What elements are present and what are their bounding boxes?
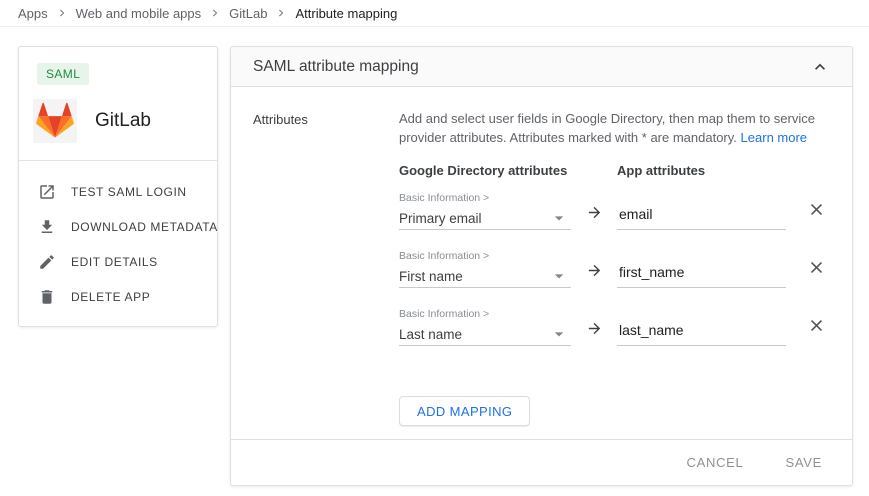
saml-attribute-mapping-panel: SAML attribute mapping Attributes Add an… <box>230 46 853 486</box>
chevron-up-icon[interactable] <box>810 57 830 77</box>
menu-label: EDIT DETAILS <box>71 255 158 269</box>
attribute-category: Basic Information > <box>399 248 571 263</box>
app-attribute-input[interactable] <box>617 322 786 346</box>
column-headers: Google Directory attributes App attribut… <box>399 163 828 178</box>
breadcrumb-gitlab[interactable]: GitLab <box>229 6 267 21</box>
breadcrumb-attribute-mapping: Attribute mapping <box>295 6 397 21</box>
delete-app-button[interactable]: DELETE APP <box>19 279 217 314</box>
attribute-value: Last name <box>399 327 462 342</box>
mapping-row: Basic Information > Primary email <box>399 186 828 230</box>
app-attribute-input[interactable] <box>617 264 786 288</box>
breadcrumb-web-and-mobile-apps[interactable]: Web and mobile apps <box>76 6 202 21</box>
google-directory-attribute-select[interactable]: Basic Information > First name <box>399 248 571 288</box>
chevron-right-icon <box>274 6 288 20</box>
cancel-button[interactable]: CANCEL <box>687 455 744 470</box>
menu-label: TEST SAML LOGIN <box>71 185 187 199</box>
google-directory-attributes-header: Google Directory attributes <box>399 163 617 178</box>
mapping-row: Basic Information > Last name <box>399 302 828 346</box>
app-name: GitLab <box>95 110 151 132</box>
arrow-right-icon <box>571 320 617 346</box>
remove-mapping-button[interactable] <box>804 197 828 221</box>
save-button[interactable]: SAVE <box>785 455 822 470</box>
download-icon <box>38 218 56 236</box>
mapping-rows: Basic Information > Primary email <box>399 186 828 346</box>
google-directory-attribute-select[interactable]: Basic Information > Last name <box>399 306 571 346</box>
attributes-description: Add and select user fields in Google Dir… <box>399 109 828 147</box>
breadcrumb-apps[interactable]: Apps <box>18 6 48 21</box>
download-metadata-button[interactable]: DOWNLOAD METADATA <box>19 209 217 244</box>
attribute-category: Basic Information > <box>399 190 571 205</box>
arrow-right-icon <box>571 262 617 288</box>
menu-label: DELETE APP <box>71 290 150 304</box>
google-directory-attribute-select[interactable]: Basic Information > Primary email <box>399 190 571 230</box>
edit-details-button[interactable]: EDIT DETAILS <box>19 244 217 279</box>
edit-icon <box>38 253 56 271</box>
app-attributes-header: App attributes <box>617 163 705 178</box>
arrow-right-icon <box>571 204 617 230</box>
attribute-category: Basic Information > <box>399 306 571 321</box>
remove-mapping-button[interactable] <box>804 313 828 337</box>
delete-icon <box>38 288 56 306</box>
attribute-value: First name <box>399 269 463 284</box>
app-info-card: SAML GitLab TEST SAML LOGIN <box>18 46 218 327</box>
dropdown-caret-icon <box>549 208 569 228</box>
chevron-right-icon <box>208 6 222 20</box>
learn-more-link[interactable]: Learn more <box>741 130 807 145</box>
app-attribute-input[interactable] <box>617 206 786 230</box>
dropdown-caret-icon <box>549 266 569 286</box>
open-in-new-icon <box>38 183 56 201</box>
breadcrumb: Apps Web and mobile apps GitLab Attribut… <box>0 0 869 27</box>
dropdown-caret-icon <box>549 324 569 344</box>
panel-header[interactable]: SAML attribute mapping <box>231 47 852 87</box>
chevron-right-icon <box>55 6 69 20</box>
panel-body: Attributes Add and select user fields in… <box>231 87 852 439</box>
menu-label: DOWNLOAD METADATA <box>71 220 218 234</box>
panel-footer: CANCEL SAVE <box>231 439 852 485</box>
gitlab-logo <box>33 99 77 143</box>
test-saml-login-button[interactable]: TEST SAML LOGIN <box>19 174 217 209</box>
remove-mapping-button[interactable] <box>804 255 828 279</box>
saml-badge: SAML <box>37 63 89 85</box>
add-mapping-button[interactable]: ADD MAPPING <box>399 396 530 426</box>
mapping-row: Basic Information > First name <box>399 244 828 288</box>
panel-title: SAML attribute mapping <box>253 58 419 76</box>
attribute-value: Primary email <box>399 211 482 226</box>
app-actions-menu: TEST SAML LOGIN DOWNLOAD METADATA EDIT D… <box>19 160 217 314</box>
attributes-label: Attributes <box>253 109 399 439</box>
